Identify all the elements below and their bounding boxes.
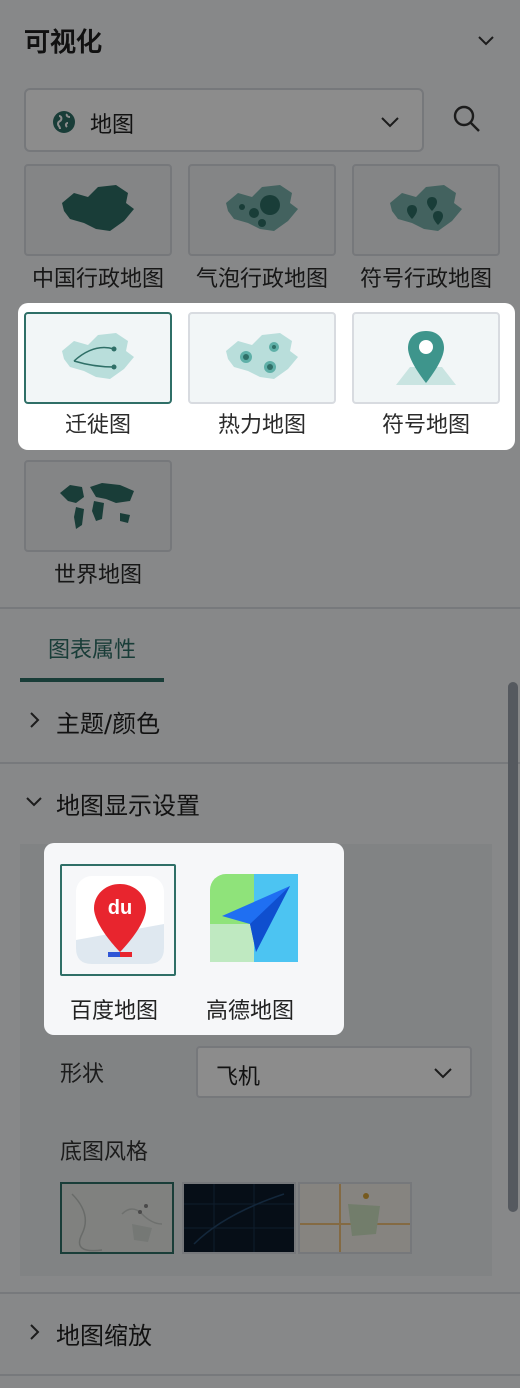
chevron-down-icon[interactable] [474, 28, 498, 52]
chevron-right-icon [30, 1324, 40, 1340]
map-type-heat[interactable] [188, 312, 336, 404]
map-type-bubble-admin[interactable] [188, 164, 336, 256]
map-type-symbol[interactable] [352, 312, 500, 404]
basemap-style-light[interactable] [60, 1182, 174, 1254]
light-basemap-thumbnail [62, 1184, 172, 1252]
map-type-symbol-admin[interactable] [352, 164, 500, 256]
map-type-label: 世界地图 [53, 563, 142, 588]
section-map-zoom[interactable]: 地图缩放 [0, 1294, 520, 1374]
bubble-map-icon [226, 185, 298, 231]
section-title: 地图缩放 [56, 1322, 152, 1350]
provider-baidu[interactable]: du [60, 864, 176, 976]
map-type-label: 中国行政地图 [31, 267, 164, 292]
basemap-style-label: 底图风格 [60, 1140, 149, 1165]
shape-select[interactable]: 飞机 [196, 1046, 472, 1098]
normal-basemap-thumbnail [300, 1184, 410, 1252]
map-type-label: 迁徙图 [64, 413, 131, 438]
map-type-label: 符号行政地图 [359, 267, 492, 292]
chevron-right-icon [30, 712, 40, 728]
section-theme-color[interactable]: 主题/颜色 [0, 682, 520, 762]
map-type-migration[interactable] [24, 312, 172, 404]
provider-amap[interactable] [196, 864, 312, 976]
symbol-admin-map-icon [390, 185, 462, 231]
divider [0, 1374, 520, 1376]
provider-label: 高德地图 [206, 999, 295, 1024]
tab-chart-properties[interactable]: 图表属性 [20, 620, 164, 682]
world-map-icon [60, 483, 134, 529]
section-map-display[interactable]: 地图显示设置 [0, 764, 520, 844]
tab-label: 图表属性 [47, 638, 136, 663]
section-title: 主题/颜色 [56, 710, 161, 738]
highlighted-map-types: 迁徙图 热力地图 符号地图 [18, 303, 515, 450]
shape-label: 形状 [60, 1062, 105, 1087]
map-provider-picker: du 百度地图 高德地图 [44, 843, 344, 1035]
chevron-down-icon [381, 117, 399, 128]
chevron-down-icon [26, 797, 42, 807]
panel-header: 可视化 [0, 0, 520, 82]
basemap-style-normal[interactable] [298, 1182, 412, 1254]
amap-logo-icon [210, 874, 298, 962]
map-type-world[interactable] [24, 460, 172, 552]
china-map-icon [62, 185, 134, 231]
chevron-down-icon [434, 1068, 452, 1079]
panel-title: 可视化 [24, 28, 103, 58]
map-type-label: 气泡行政地图 [195, 267, 328, 292]
basemap-style-dark[interactable] [182, 1182, 296, 1254]
visualization-panel: 可视化 地图 中国行政地图 气泡行政地图 符号行政地图 世界地图 图表属性 主题… [0, 0, 520, 1388]
map-pin-icon [396, 331, 456, 385]
map-type-china-admin[interactable] [24, 164, 172, 256]
dark-basemap-thumbnail [184, 1184, 294, 1252]
scrollbar[interactable] [508, 682, 518, 1212]
divider [0, 607, 520, 609]
globe-icon [53, 111, 75, 133]
search-icon[interactable] [452, 104, 482, 134]
provider-label: 百度地图 [70, 999, 159, 1024]
heat-map-icon [226, 333, 298, 379]
migration-map-icon [62, 333, 134, 379]
baidu-map-logo-icon: du [76, 876, 164, 964]
chart-type-value: 地图 [90, 113, 135, 138]
baidu-logo-text: du [108, 897, 132, 919]
chart-type-select[interactable]: 地图 [24, 88, 424, 152]
shape-value: 飞机 [216, 1065, 261, 1090]
section-title: 地图显示设置 [56, 792, 200, 820]
map-type-label: 热力地图 [217, 413, 306, 438]
map-type-label: 符号地图 [381, 413, 470, 438]
